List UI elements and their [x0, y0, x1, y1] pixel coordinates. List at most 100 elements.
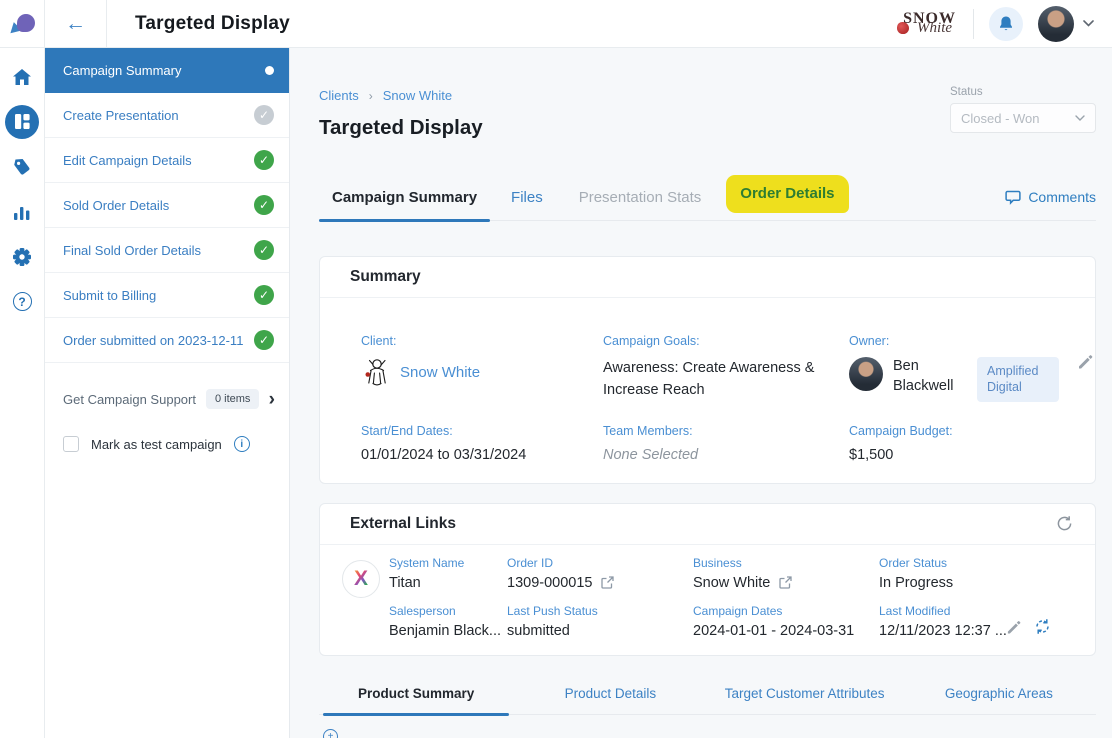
external-links-header: External Links	[320, 504, 1095, 545]
summary-card: Summary Client: Snow White	[319, 256, 1096, 484]
breadcrumb-separator-icon: ›	[369, 89, 373, 103]
edit-external-link-button[interactable]	[1006, 619, 1021, 634]
team-members-field: Team Members: None Selected	[603, 424, 849, 463]
sync-button[interactable]	[1034, 618, 1051, 635]
external-link-icon	[601, 576, 614, 589]
left-icon-rail: ?	[0, 48, 45, 738]
nav-help[interactable]: ?	[0, 279, 44, 324]
order-id-field: Order ID 1309-000015	[507, 556, 693, 591]
nav-home[interactable]	[0, 54, 44, 99]
tab-target-customer-attributes[interactable]: Target Customer Attributes	[708, 686, 902, 714]
product-tabs: Product Summary Product Details Target C…	[319, 686, 1096, 715]
external-links-title: External Links	[350, 515, 456, 533]
test-campaign-checkbox[interactable]	[63, 436, 79, 452]
campaign-tabs: Campaign Summary Files Presentation Stat…	[319, 182, 1096, 221]
nav-dashboard-active[interactable]	[0, 99, 44, 144]
campaign-goals-value: Awareness: Create Awareness & Increase R…	[603, 357, 831, 402]
app-logo-icon	[9, 14, 35, 34]
owner-field: Owner: Ben Blackwell Amplified Digital	[849, 334, 1093, 402]
external-links-card: External Links X System Name	[319, 503, 1096, 656]
tab-presentation-stats[interactable]: Presentation Stats	[566, 189, 715, 220]
topbar-actions: SNOW White	[895, 6, 1112, 42]
status-label: Status	[950, 86, 1096, 98]
team-members-label: Team Members:	[603, 424, 849, 438]
refresh-icon	[1056, 515, 1073, 532]
nav-reports[interactable]	[0, 189, 44, 234]
dates-value: 01/01/2024 to 03/31/2024	[361, 447, 603, 463]
tab-files[interactable]: Files	[498, 189, 556, 220]
get-campaign-support[interactable]: Get Campaign Support 0 items ›	[45, 389, 289, 409]
external-system-logo: X	[342, 560, 380, 598]
main-content: Clients › Snow White Targeted Display St…	[290, 48, 1112, 738]
tab-order-details[interactable]: Order Details	[726, 173, 848, 220]
done-check-icon: ✓	[254, 240, 274, 260]
add-product-button[interactable]: +	[323, 729, 338, 738]
comments-button[interactable]: Comments	[1005, 189, 1096, 220]
test-campaign-label: Mark as test campaign	[91, 437, 222, 452]
avatar-menu-chevron[interactable]	[1083, 20, 1094, 27]
edit-owner-button[interactable]	[1077, 353, 1093, 369]
notifications-button[interactable]	[989, 7, 1023, 41]
owner-org-badge: Amplified Digital	[977, 357, 1059, 402]
budget-field: Campaign Budget: $1,500	[849, 424, 1093, 463]
step-campaign-summary[interactable]: Campaign Summary	[45, 48, 289, 93]
step-create-presentation[interactable]: Create Presentation ✓	[45, 93, 289, 138]
bar-chart-icon	[13, 203, 31, 221]
order-id-external-link[interactable]	[601, 576, 614, 589]
order-id-value: 1309-000015	[507, 575, 592, 591]
step-final-sold-order-details[interactable]: Final Sold Order Details ✓	[45, 228, 289, 273]
refresh-button[interactable]	[1056, 515, 1073, 532]
step-sold-order-details[interactable]: Sold Order Details ✓	[45, 183, 289, 228]
breadcrumb-clients[interactable]: Clients	[319, 88, 359, 103]
owner-name: Ben Blackwell	[893, 357, 967, 396]
sync-icon	[1034, 618, 1051, 635]
owner-label: Owner:	[849, 334, 1093, 348]
support-items-badge: 0 items	[206, 389, 259, 409]
breadcrumb-client-name[interactable]: Snow White	[383, 88, 452, 103]
campaign-goals-label: Campaign Goals:	[603, 334, 849, 348]
business-value: Snow White	[693, 575, 770, 591]
client-label: Client:	[361, 334, 603, 348]
salesperson-field: Salesperson Benjamin Black...	[389, 604, 507, 639]
team-members-value: None Selected	[603, 447, 849, 463]
yellow-highlight-annotation: Order Details	[726, 175, 848, 213]
test-campaign-row: Mark as test campaign i	[45, 436, 289, 452]
order-status-value: In Progress	[879, 575, 1039, 591]
info-icon[interactable]: i	[234, 436, 250, 452]
tab-product-details[interactable]: Product Details	[513, 686, 707, 714]
business-external-link[interactable]	[779, 576, 792, 589]
step-edit-campaign-details[interactable]: Edit Campaign Details ✓	[45, 138, 289, 183]
app-logo[interactable]	[0, 0, 45, 48]
done-check-icon: ✓	[254, 150, 274, 170]
campaign-dates-value: 2024-01-01 - 2024-03-31	[693, 623, 879, 639]
plus-icon: +	[328, 731, 334, 738]
external-links-row: X System Name Titan Order ID 1309-000015	[320, 545, 1095, 655]
nav-tags[interactable]	[0, 144, 44, 189]
owner-avatar	[849, 357, 883, 391]
client-link[interactable]: Snow White	[400, 364, 480, 381]
home-icon	[12, 68, 32, 86]
campaign-goals-field: Campaign Goals: Awareness: Create Awaren…	[603, 334, 849, 402]
back-button[interactable]: ←	[45, 0, 107, 48]
wizard-panel: Campaign Summary Create Presentation ✓ E…	[45, 48, 290, 738]
tab-product-summary[interactable]: Product Summary	[319, 686, 513, 714]
dashboard-icon	[5, 105, 39, 139]
app-window: ← Targeted Display SNOW White	[0, 0, 1112, 738]
nav-settings[interactable]	[0, 234, 44, 279]
tab-geographic-areas[interactable]: Geographic Areas	[902, 686, 1096, 714]
step-order-submitted[interactable]: Order submitted on 2023-12-11 ✓	[45, 318, 289, 363]
pending-check-icon: ✓	[254, 105, 274, 125]
budget-label: Campaign Budget:	[849, 424, 1093, 438]
brand-text-white: White	[917, 20, 952, 37]
step-submit-to-billing[interactable]: Submit to Billing ✓	[45, 273, 289, 318]
campaign-dates-field: Campaign Dates 2024-01-01 - 2024-03-31	[693, 604, 879, 639]
chevron-right-icon: ›	[269, 390, 275, 409]
chevron-down-icon	[1083, 20, 1094, 27]
comment-bubble-icon	[1005, 190, 1021, 205]
tab-campaign-summary[interactable]: Campaign Summary	[319, 189, 490, 220]
status-dropdown[interactable]: Closed - Won	[950, 103, 1096, 133]
pencil-icon	[1006, 619, 1021, 634]
window-title: Targeted Display	[135, 13, 290, 35]
budget-value: $1,500	[849, 447, 1093, 463]
user-avatar[interactable]	[1038, 6, 1074, 42]
